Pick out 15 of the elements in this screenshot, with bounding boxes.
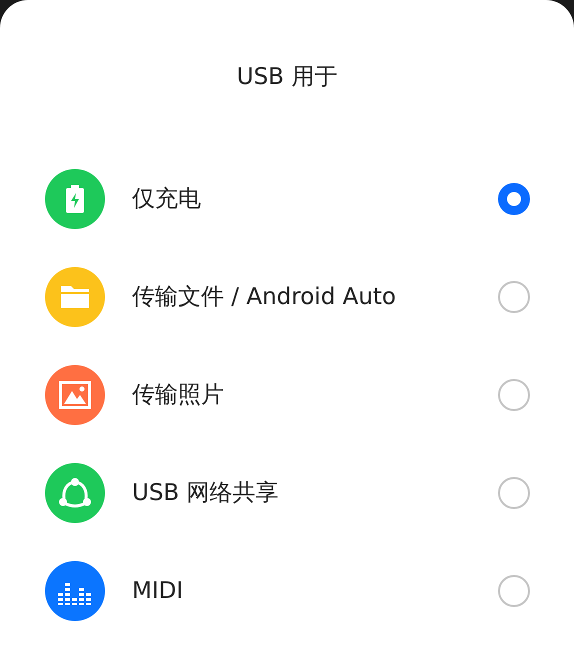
radio-button[interactable] bbox=[498, 281, 530, 313]
radio-button[interactable] bbox=[498, 183, 530, 215]
radio-button[interactable] bbox=[498, 575, 530, 607]
option-label: 仅充电 bbox=[132, 184, 202, 214]
folder-icon bbox=[59, 284, 91, 310]
radio-button[interactable] bbox=[498, 379, 530, 411]
radio-button[interactable] bbox=[498, 477, 530, 509]
share-icon bbox=[58, 477, 92, 509]
dialog-title: USB 用于 bbox=[236, 63, 338, 92]
battery-icon bbox=[65, 185, 85, 213]
option-label: 传输照片 bbox=[132, 380, 225, 410]
option-label: 传输文件 / Android Auto bbox=[132, 282, 398, 312]
option-label: USB 网络共享 bbox=[132, 478, 280, 508]
image-icon bbox=[59, 381, 91, 409]
option-label: MIDI bbox=[132, 576, 184, 606]
